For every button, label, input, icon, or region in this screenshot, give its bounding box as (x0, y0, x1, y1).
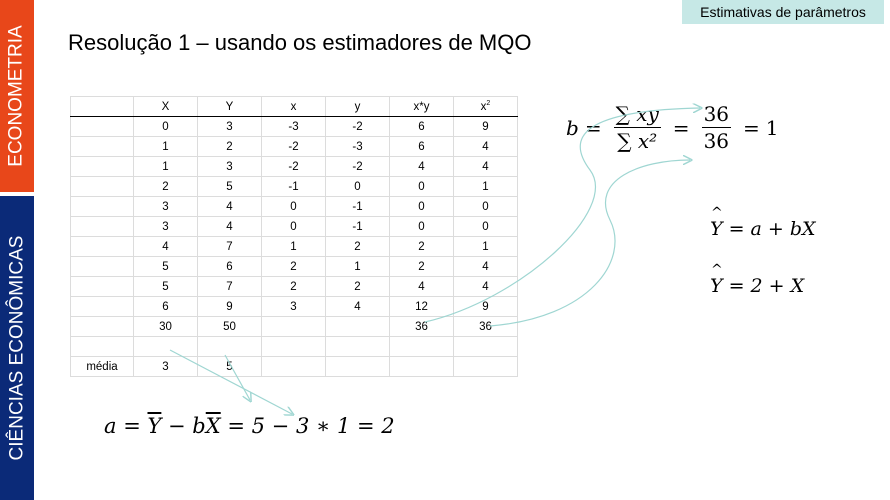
arrow-sum-x2-to-b (489, 160, 690, 327)
arrow-sum-xy-to-b (424, 108, 700, 323)
annotation-arrows (169, 0, 890, 500)
arrow-mean-x-to-a (169, 349, 292, 414)
arrow-mean-y-to-a (224, 354, 250, 400)
